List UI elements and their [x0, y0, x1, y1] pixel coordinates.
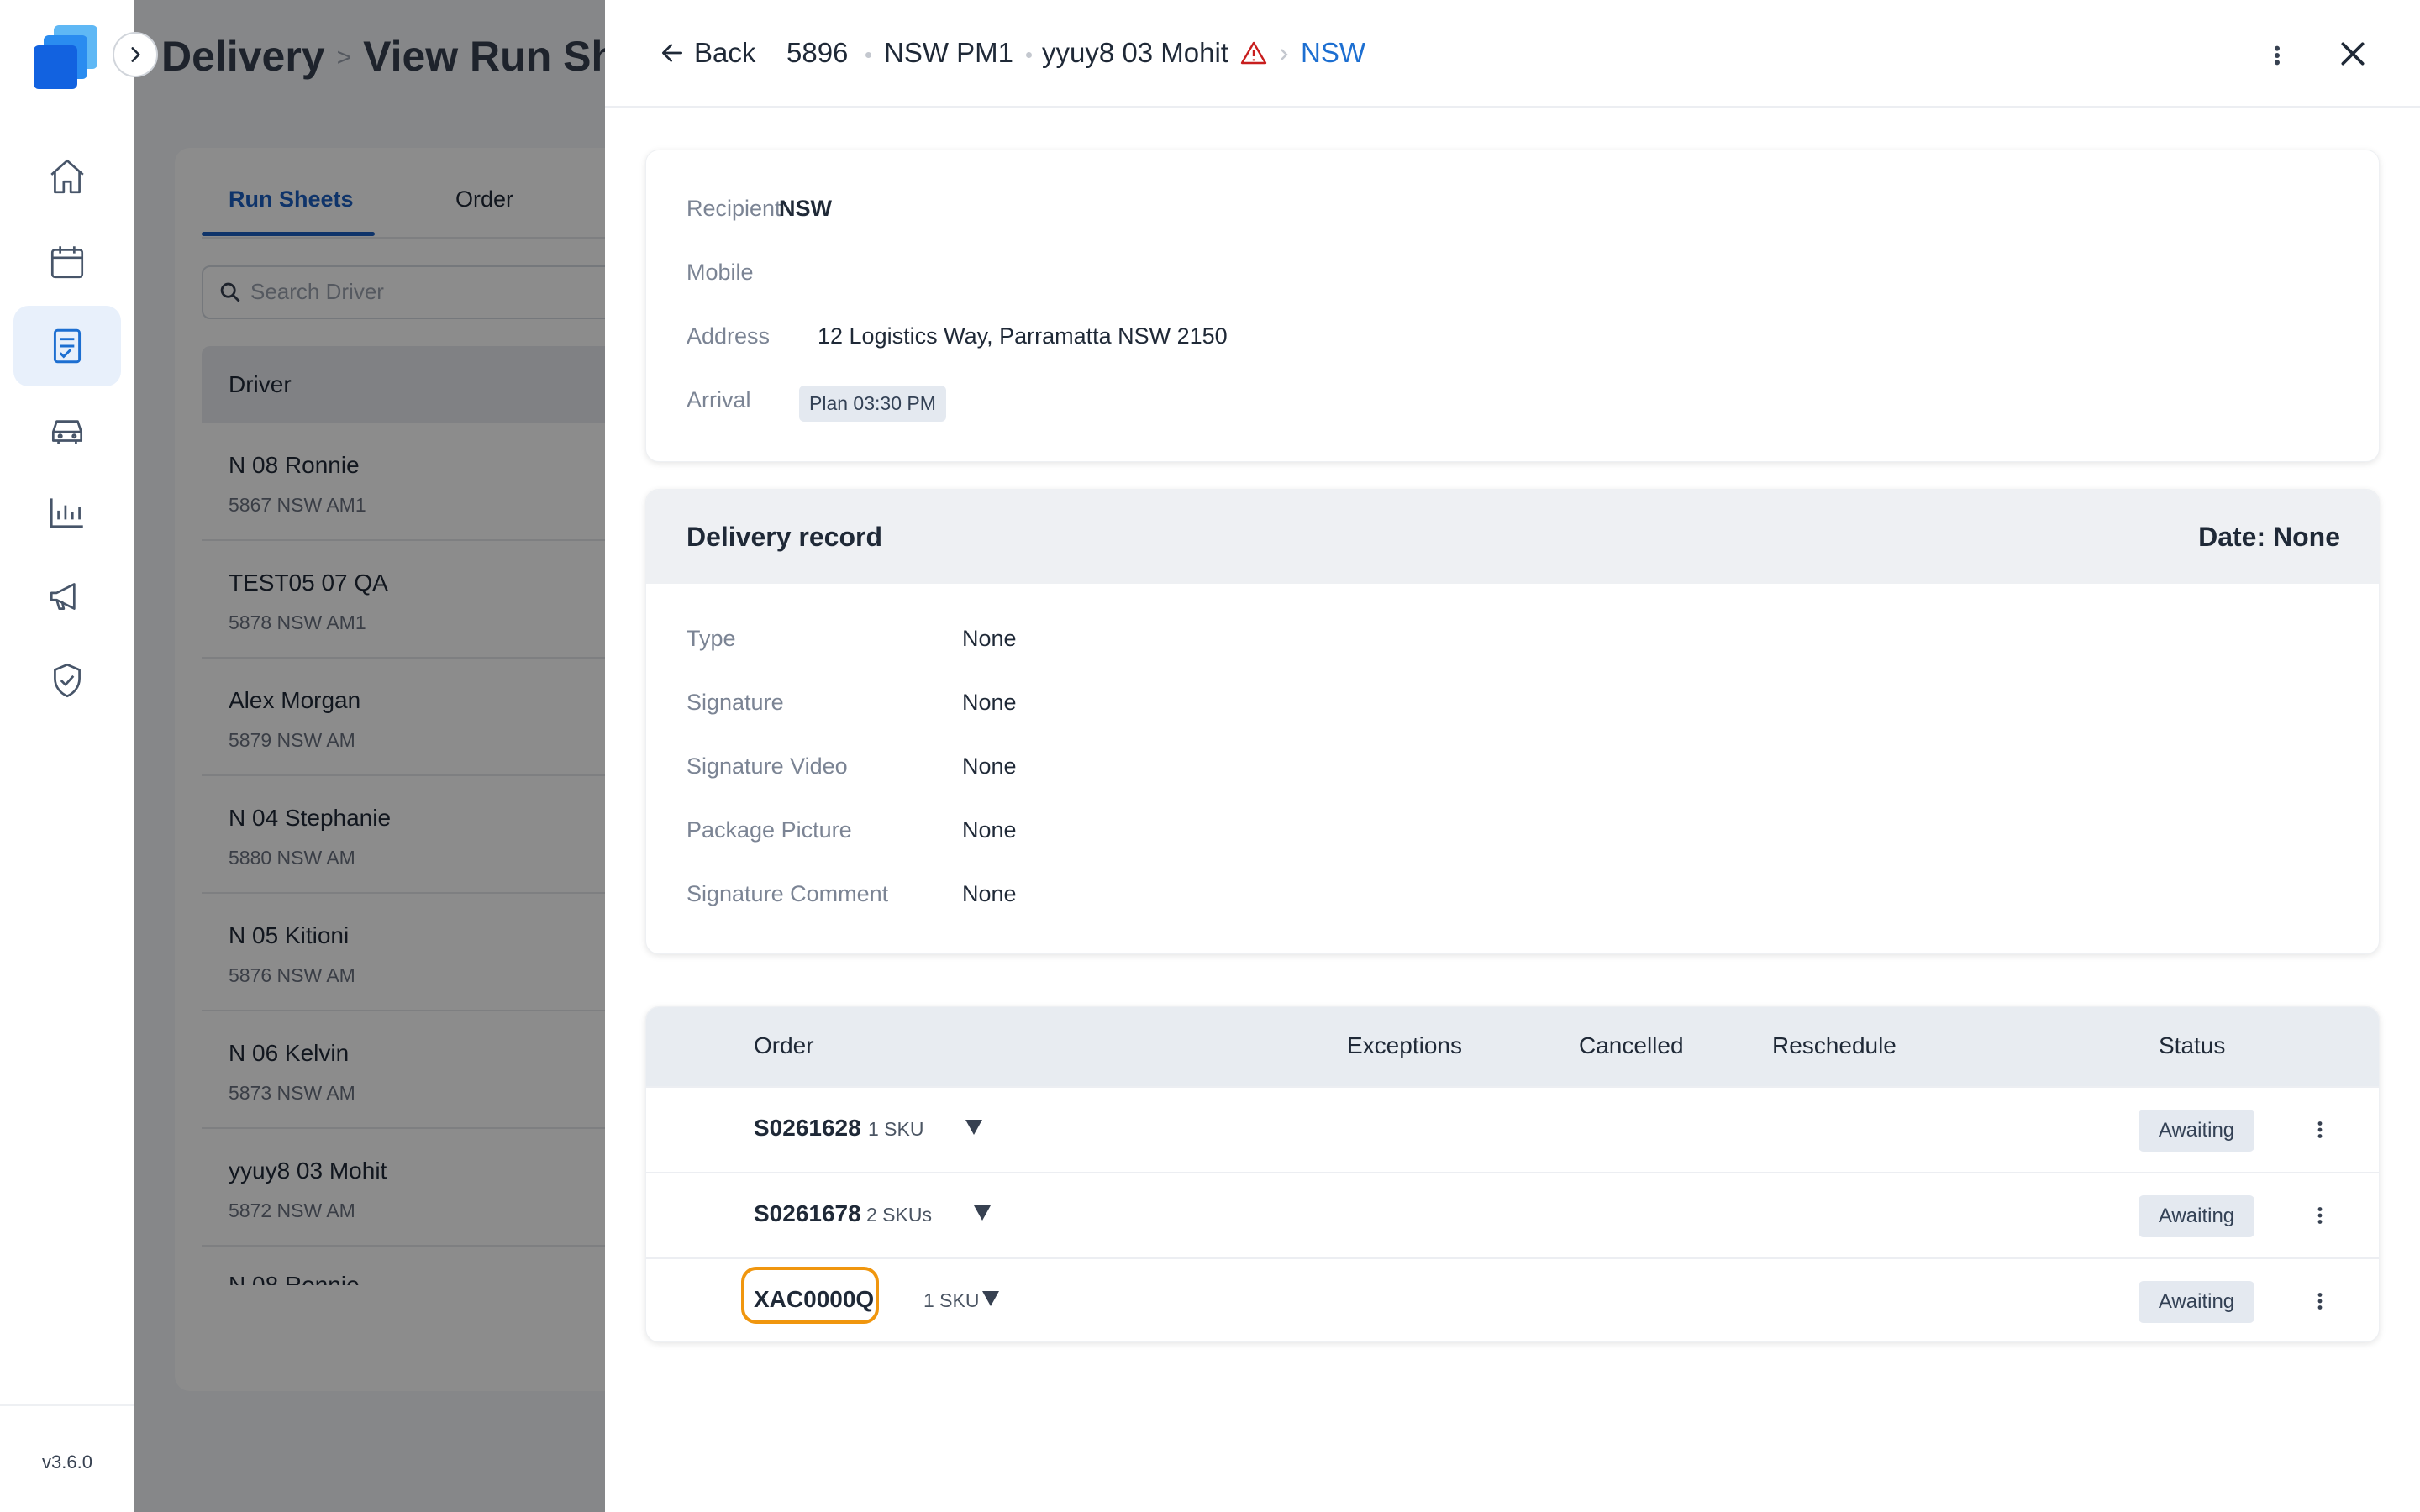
modal-overlay[interactable]	[134, 0, 605, 1512]
caret-down-icon[interactable]	[982, 1291, 999, 1306]
orders-table-header: Order Exceptions Cancelled Reschedule St…	[646, 1007, 2379, 1086]
record-signature-label: Signature	[687, 690, 784, 715]
breadcrumb-chevron-icon	[1281, 49, 1288, 60]
breadcrumb-dot	[865, 52, 871, 58]
reschedule-column-header: Reschedule	[1772, 1032, 1897, 1058]
back-button[interactable]: Back	[659, 37, 755, 69]
record-signature-video-value: None	[962, 753, 1017, 779]
more-options-icon[interactable]	[2269, 39, 2286, 72]
caret-down-icon[interactable]	[974, 1205, 991, 1221]
status-badge: Awaiting	[2139, 1281, 2254, 1323]
status-badge: Awaiting	[2139, 1110, 2254, 1152]
row-more-icon[interactable]	[2315, 1115, 2325, 1145]
order-number[interactable]: S0261628	[754, 1115, 861, 1142]
runsheet-icon[interactable]	[13, 306, 121, 386]
order-number[interactable]: XAC0000Q	[754, 1286, 874, 1313]
home-icon[interactable]	[30, 139, 104, 213]
delivery-record-date: Date: None	[2198, 522, 2340, 552]
order-row[interactable]: S0261628 1 SKU Awaiting	[646, 1086, 2379, 1172]
arrival-plan-chip: Plan 03:30 PM	[799, 386, 946, 422]
order-column-header: Order	[754, 1032, 814, 1058]
arrival-label: Arrival	[687, 387, 751, 412]
delivery-record-title: Delivery record	[687, 522, 883, 552]
address-value: 12 Logistics Way, Parramatta NSW 2150	[818, 323, 1228, 349]
row-more-icon[interactable]	[2315, 1286, 2325, 1316]
recipient-label: Recipient	[687, 196, 781, 221]
sku-count[interactable]: 2 SKUs	[866, 1204, 932, 1226]
record-package-picture-label: Package Picture	[687, 817, 852, 843]
status-column-header: Status	[2159, 1032, 2226, 1058]
breadcrumb-dot	[1026, 52, 1032, 58]
stop-detail-drawer: Back 5896 NSW PM1 yyuy8 03 Mohit NSW Rec…	[605, 0, 2420, 1512]
status-badge: Awaiting	[2139, 1195, 2254, 1237]
chart-icon[interactable]	[30, 475, 104, 549]
close-icon[interactable]	[2336, 37, 2370, 71]
address-label: Address	[687, 323, 771, 349]
arrow-left-icon	[662, 44, 682, 62]
megaphone-icon[interactable]	[30, 559, 104, 633]
mobile-label: Mobile	[687, 260, 754, 285]
caret-down-icon[interactable]	[965, 1120, 982, 1135]
back-label: Back	[694, 37, 756, 68]
expand-sidebar-button[interactable]	[113, 32, 158, 77]
delivery-record-card: Delivery record Date: None Type None Sig…	[645, 489, 2380, 954]
delivery-record-header: Delivery record Date: None	[646, 490, 2379, 584]
exceptions-column-header: Exceptions	[1347, 1032, 1462, 1058]
left-rail: v3.6.0	[0, 0, 134, 1512]
sku-count[interactable]: 1 SKU	[868, 1118, 923, 1141]
record-signature-comment-value: None	[962, 881, 1017, 906]
order-number[interactable]: S0261678	[754, 1200, 861, 1227]
warning-icon	[1240, 41, 1267, 65]
record-signature-comment-label: Signature Comment	[687, 881, 889, 906]
orders-table-card: Order Exceptions Cancelled Reschedule St…	[645, 1006, 2380, 1342]
app-logo[interactable]	[29, 22, 106, 94]
breadcrumb-run-id: 5896	[786, 37, 849, 68]
record-type-label: Type	[687, 626, 736, 651]
breadcrumb-driver: yyuy8 03 Mohit	[1042, 37, 1228, 68]
cancelled-column-header: Cancelled	[1579, 1032, 1684, 1058]
order-row[interactable]: S0261678 2 SKUs Awaiting	[646, 1172, 2379, 1257]
calendar-icon[interactable]	[30, 225, 104, 299]
row-more-icon[interactable]	[2315, 1200, 2325, 1231]
order-row[interactable]: XAC0000Q 1 SKU Awaiting	[646, 1257, 2379, 1341]
record-package-picture-value: None	[962, 817, 1017, 843]
breadcrumb-stop[interactable]: NSW	[1301, 37, 1365, 69]
version-label: v3.6.0	[42, 1452, 92, 1473]
chevron-right-icon	[131, 47, 140, 62]
recipient-value: NSW	[779, 196, 832, 221]
record-signature-value: None	[962, 690, 1017, 715]
drawer-header: Back 5896 NSW PM1 yyuy8 03 Mohit NSW	[605, 0, 2420, 108]
record-signature-video-label: Signature Video	[687, 753, 848, 779]
vehicle-icon[interactable]	[30, 393, 104, 467]
rail-divider	[0, 1404, 134, 1406]
sku-count[interactable]: 1 SKU	[923, 1289, 979, 1312]
shield-check-icon[interactable]	[30, 643, 104, 717]
record-type-value: None	[962, 626, 1017, 651]
stop-info-card: Recipient NSW Mobile Address 12 Logistic…	[645, 150, 2380, 462]
breadcrumb-run-name: NSW PM1	[884, 37, 1014, 68]
